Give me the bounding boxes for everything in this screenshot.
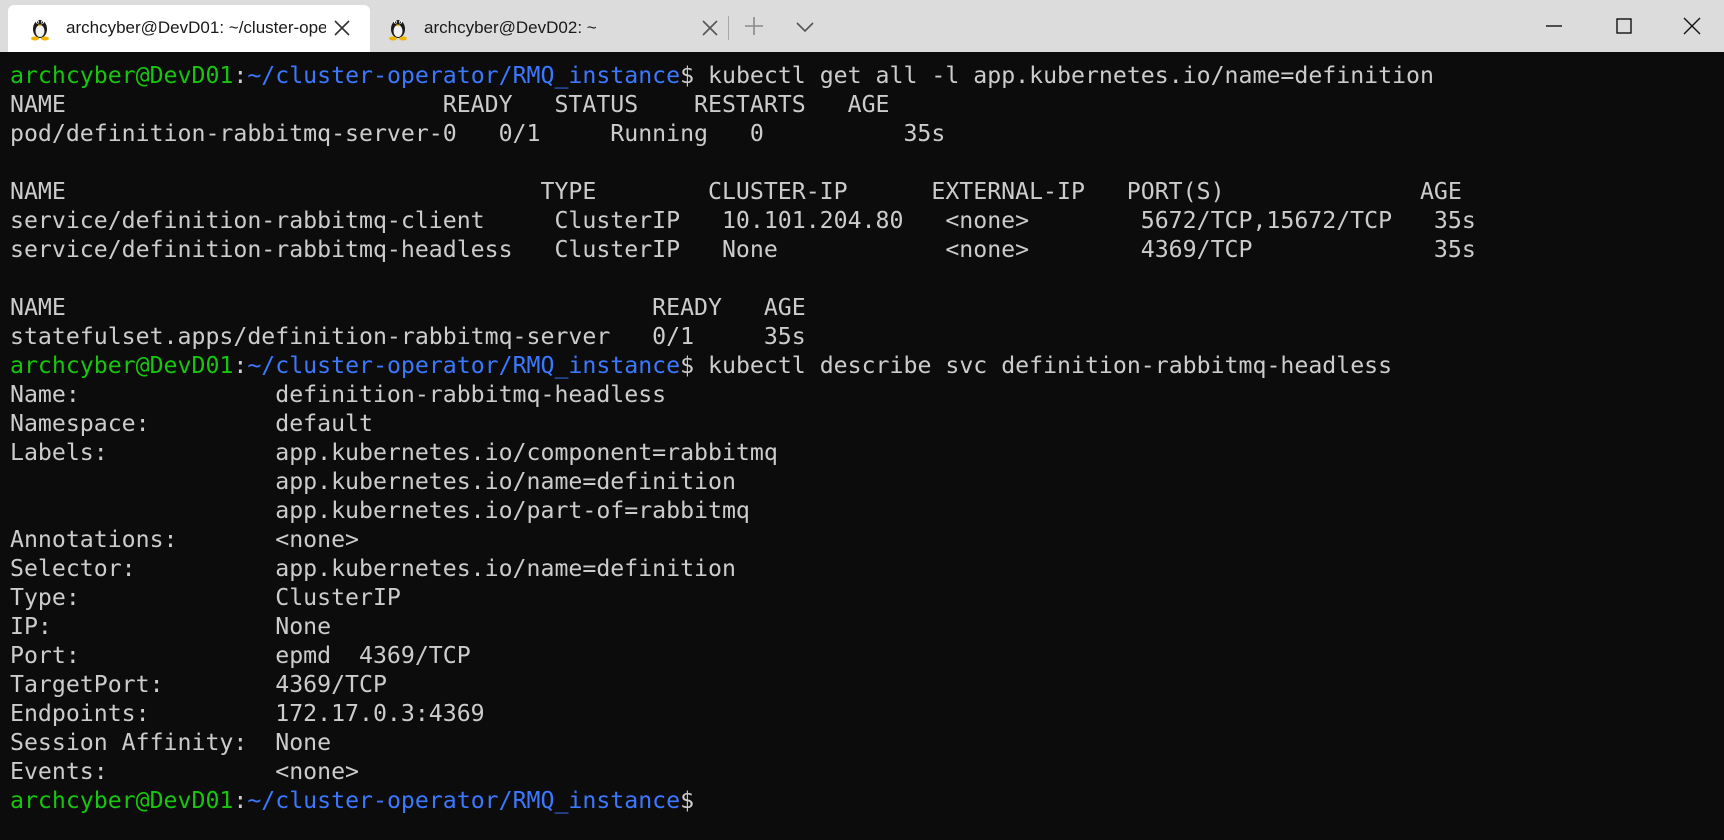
maximize-icon (1616, 18, 1632, 34)
output-line: Namespace: default (10, 410, 373, 437)
output-line: IP: None (10, 613, 332, 640)
prompt-user-host: archcyber@DevD01 (10, 787, 234, 814)
title-bar: archcyber@DevD01: ~/cluster-operator/RMQ… (0, 0, 1724, 52)
linux-tux-icon (386, 15, 410, 41)
close-tab-icon[interactable] (700, 18, 720, 38)
prompt-separator: : (233, 352, 248, 379)
output-line: Annotations: <none> (10, 526, 360, 553)
output-line: service/definition-rabbitmq-client Clust… (10, 207, 1476, 234)
prompt-path: ~/cluster-operator/RMQ_instance (247, 787, 681, 814)
output-line: Selector: app.kubernetes.io/name=definit… (10, 555, 736, 582)
profiles-dropdown-button[interactable] (794, 16, 816, 38)
plus-icon (745, 17, 763, 35)
output-line: TargetPort: 4369/TCP (10, 671, 387, 698)
tab-devd01[interactable]: archcyber@DevD01: ~/cluster-operator/RMQ… (8, 5, 370, 52)
output-line: service/definition-rabbitmq-headless Clu… (10, 236, 1476, 263)
output-line: Port: epmd 4369/TCP (10, 642, 471, 669)
prompt-symbol: $ (680, 62, 695, 89)
maximize-button[interactable] (1590, 0, 1658, 52)
output-line: Events: <none> (10, 758, 360, 785)
prompt-path: ~/cluster-operator/RMQ_instance (247, 352, 681, 379)
output-line: app.kubernetes.io/part-of=rabbitmq (10, 497, 750, 524)
tab-title: archcyber@DevD02: ~ (424, 18, 597, 37)
prompt-line: archcyber@DevD01:~/cluster-operator/RMQ_… (10, 351, 1476, 380)
prompt-symbol: $ (680, 352, 695, 379)
output-line: Session Affinity: None (10, 729, 332, 756)
minimize-button[interactable] (1520, 0, 1588, 52)
linux-tux-icon (28, 15, 52, 41)
chevron-down-icon (796, 22, 814, 33)
output-line: app.kubernetes.io/name=definition (10, 468, 736, 495)
terminal-output-area[interactable]: archcyber@DevD01:~/cluster-operator/RMQ_… (0, 52, 1724, 840)
output-line: Endpoints: 172.17.0.3:4369 (10, 700, 485, 727)
prompt-line: archcyber@DevD01:~/cluster-operator/RMQ_… (10, 786, 1476, 815)
output-line: NAME TYPE CLUSTER-IP EXTERNAL-IP PORT(S)… (10, 178, 1462, 205)
prompt-separator: : (233, 62, 248, 89)
output-line: pod/definition-rabbitmq-server-0 0/1 Run… (10, 120, 946, 147)
prompt-symbol: $ (680, 787, 695, 814)
output-line: NAME READY STATUS RESTARTS AGE (10, 91, 890, 118)
tab-devd02[interactable]: archcyber@DevD02: ~ (374, 5, 728, 52)
tab-separator (728, 16, 729, 40)
close-tab-icon[interactable] (332, 18, 352, 38)
windows-terminal-window: archcyber@DevD01: ~/cluster-operator/RMQ… (0, 0, 1724, 840)
command-text: kubectl describe svc definition-rabbitmq… (694, 352, 1393, 379)
minimize-icon (1546, 25, 1562, 27)
terminal-text: archcyber@DevD01:~/cluster-operator/RMQ_… (10, 61, 1476, 815)
prompt-path: ~/cluster-operator/RMQ_instance (247, 62, 681, 89)
close-window-button[interactable] (1658, 0, 1724, 52)
output-line: Name: definition-rabbitmq-headless (10, 381, 667, 408)
prompt-user-host: archcyber@DevD01 (10, 352, 234, 379)
prompt-line: archcyber@DevD01:~/cluster-operator/RMQ_… (10, 61, 1476, 90)
output-line: statefulset.apps/definition-rabbitmq-ser… (10, 323, 806, 350)
prompt-separator: : (233, 787, 248, 814)
output-line: NAME READY AGE (10, 294, 806, 321)
output-line: Labels: app.kubernetes.io/component=rabb… (10, 439, 778, 466)
command-text: kubectl get all -l app.kubernetes.io/nam… (694, 62, 1434, 89)
output-line: Type: ClusterIP (10, 584, 401, 611)
close-icon (1683, 17, 1701, 35)
prompt-user-host: archcyber@DevD01 (10, 62, 234, 89)
tab-title: archcyber@DevD01: ~/cluster-operator/RMQ… (66, 18, 326, 37)
new-tab-button[interactable] (742, 14, 766, 38)
